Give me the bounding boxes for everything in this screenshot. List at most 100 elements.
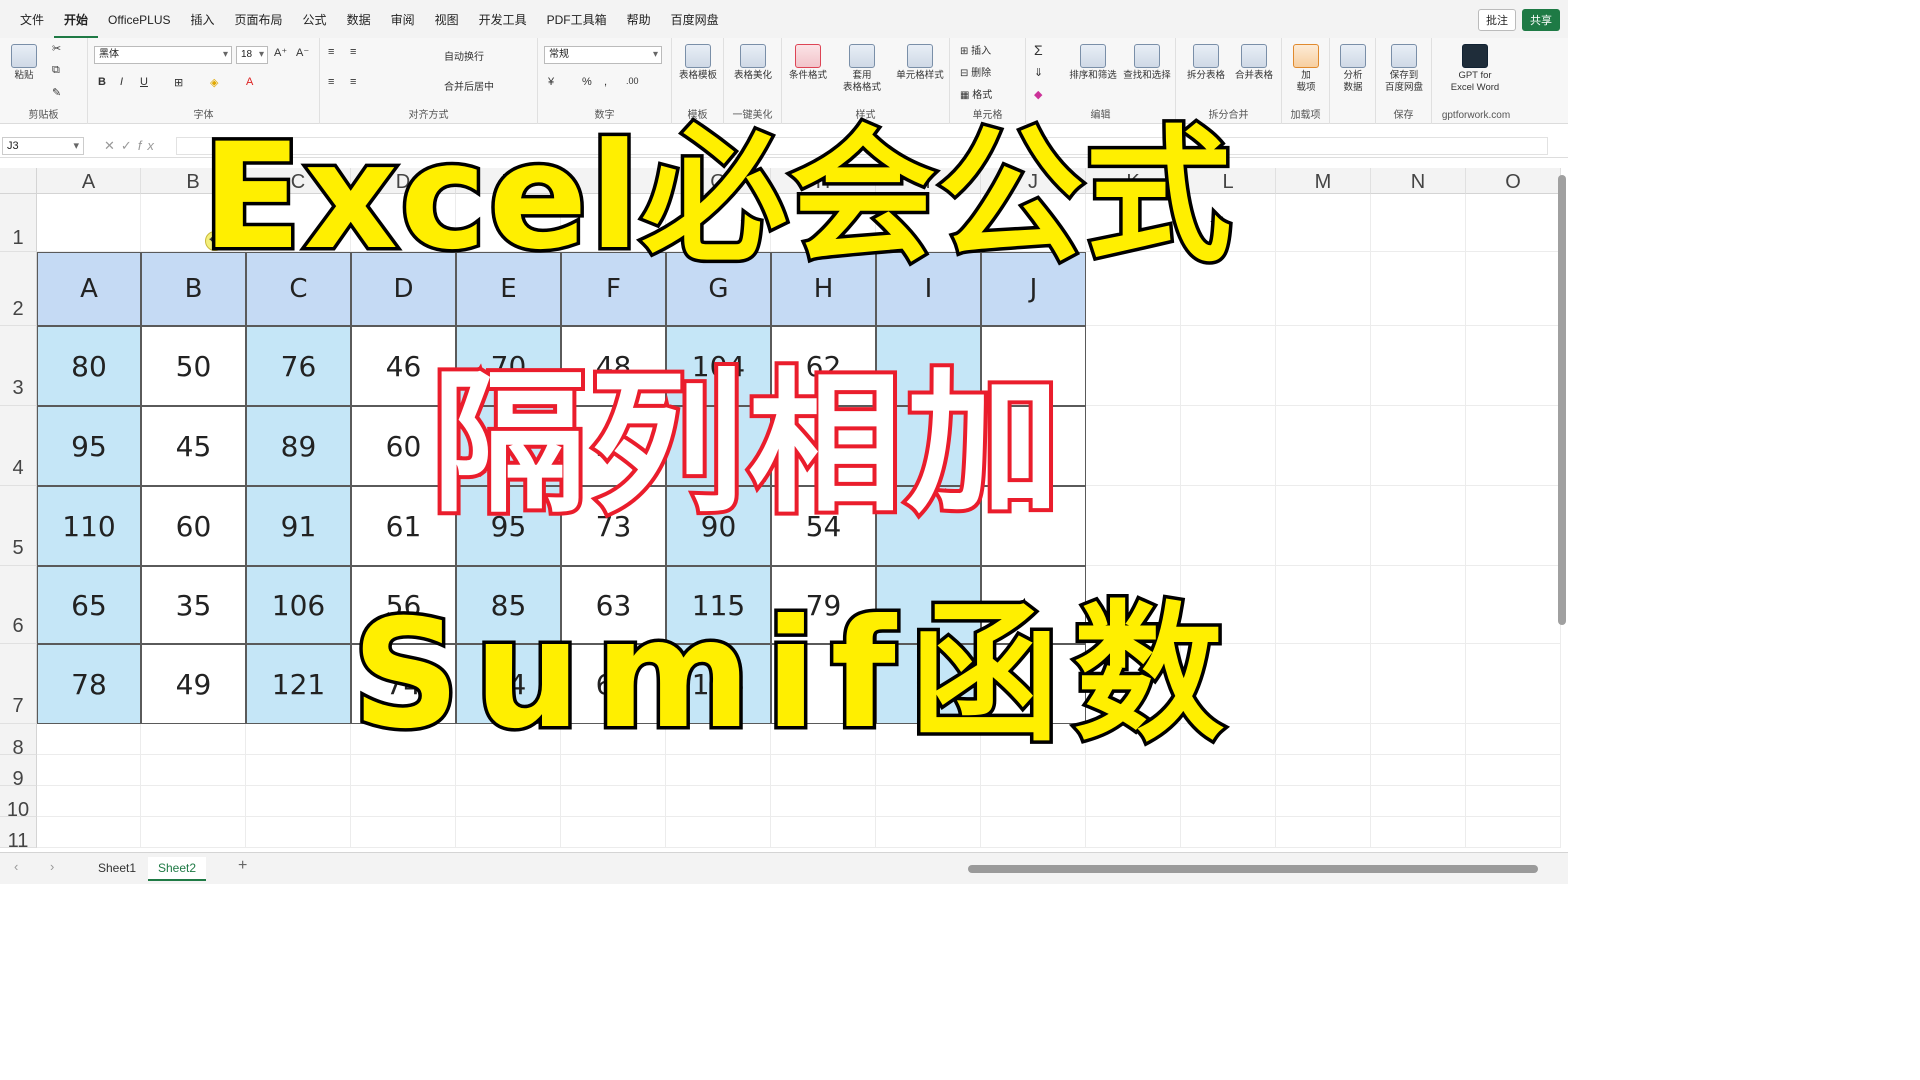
grid-cell[interactable]: [141, 755, 246, 786]
grid-cell[interactable]: [1466, 406, 1561, 486]
grid-cell[interactable]: [1086, 406, 1181, 486]
grid-cell[interactable]: [1371, 566, 1466, 644]
grid-cell[interactable]: [351, 786, 456, 817]
row-header[interactable]: 2: [0, 252, 37, 326]
grid-cell[interactable]: [1181, 786, 1276, 817]
conditional-format-button[interactable]: 条件格式: [788, 44, 828, 82]
grid-cell[interactable]: [1371, 817, 1466, 848]
bold-icon[interactable]: B: [98, 76, 106, 88]
sheet-nav-arrows[interactable]: ‹ ›: [14, 859, 68, 874]
grid-cell[interactable]: [1276, 486, 1371, 566]
menu-item[interactable]: 百度网盘: [661, 0, 729, 38]
row-header[interactable]: 8: [0, 724, 37, 759]
grid-cell[interactable]: [37, 724, 141, 755]
grid-cell[interactable]: [1276, 326, 1371, 406]
grid-cell[interactable]: [37, 817, 141, 848]
grid-cell[interactable]: [1466, 786, 1561, 817]
grid-cell[interactable]: [1371, 486, 1466, 566]
column-header[interactable]: N: [1371, 168, 1466, 194]
row-header[interactable]: 3: [0, 326, 37, 406]
table-cell[interactable]: 35: [141, 566, 246, 644]
format-as-table-button[interactable]: 套用 表格格式: [842, 44, 882, 94]
row-header[interactable]: 6: [0, 566, 37, 644]
gpt-button[interactable]: GPT for Excel Word: [1440, 44, 1510, 94]
shrink-font-icon[interactable]: A⁻: [296, 46, 309, 59]
copy-icon[interactable]: ⧉: [52, 64, 60, 77]
grid-cell[interactable]: [1466, 755, 1561, 786]
table-cell[interactable]: 49: [141, 644, 246, 724]
grid-cell[interactable]: [1371, 755, 1466, 786]
table-beautify-button[interactable]: 表格美化: [733, 44, 773, 82]
grid-cell[interactable]: [37, 755, 141, 786]
comma-icon[interactable]: ,: [604, 76, 607, 88]
grid-cell[interactable]: [1276, 755, 1371, 786]
percent-icon[interactable]: %: [582, 76, 592, 88]
autosum-icon[interactable]: Σ: [1034, 42, 1043, 58]
font-size-select[interactable]: 18: [236, 46, 268, 64]
delete-button[interactable]: ⊟ 删除: [960, 64, 991, 79]
table-cell[interactable]: 76: [246, 326, 351, 406]
grid-cell[interactable]: [246, 724, 351, 755]
table-cell[interactable]: 89: [246, 406, 351, 486]
grid-cell[interactable]: [981, 817, 1086, 848]
merge-table-button[interactable]: 合并表格: [1230, 44, 1278, 82]
grid-cell[interactable]: [37, 194, 141, 252]
border-icon[interactable]: ⊞: [174, 76, 183, 89]
grid-cell[interactable]: [141, 724, 246, 755]
table-cell[interactable]: 95: [37, 406, 141, 486]
save-baidu-button[interactable]: 保存到 百度网盘: [1380, 44, 1428, 94]
find-select-button[interactable]: 查找和选择: [1120, 44, 1174, 82]
italic-icon[interactable]: I: [120, 76, 123, 88]
grid-cell[interactable]: [1371, 194, 1466, 252]
grid-cell[interactable]: [771, 786, 876, 817]
grid-cell[interactable]: [1276, 817, 1371, 848]
merge-center-button[interactable]: 合并后居中: [444, 78, 494, 93]
cancel-icon[interactable]: ✕: [104, 138, 121, 153]
menu-item[interactable]: 开始: [54, 0, 99, 38]
table-cell[interactable]: 106: [246, 566, 351, 644]
grid-cell[interactable]: [456, 786, 561, 817]
underline-icon[interactable]: U: [140, 76, 148, 88]
cell-styles-button[interactable]: 单元格样式: [894, 44, 946, 82]
menu-item[interactable]: OfficePLUS: [98, 0, 180, 38]
column-header[interactable]: M: [1276, 168, 1371, 194]
select-all-corner[interactable]: [0, 168, 37, 194]
grid-cell[interactable]: [351, 817, 456, 848]
comment-button[interactable]: 批注: [1478, 9, 1516, 31]
table-cell[interactable]: 110: [37, 486, 141, 566]
grid-cell[interactable]: [1276, 786, 1371, 817]
grid-cell[interactable]: [1276, 406, 1371, 486]
split-table-button[interactable]: 拆分表格: [1182, 44, 1230, 82]
grid-cell[interactable]: [1371, 252, 1466, 326]
row-header[interactable]: 1: [0, 194, 37, 252]
grid-cell[interactable]: [1276, 724, 1371, 755]
align-left-icon[interactable]: ≡: [328, 76, 334, 88]
grid-cell[interactable]: [771, 817, 876, 848]
row-header[interactable]: 4: [0, 406, 37, 486]
row-header[interactable]: 7: [0, 644, 37, 724]
table-template-button[interactable]: 表格模板: [678, 44, 718, 82]
grid-cell[interactable]: [1181, 326, 1276, 406]
grid-cell[interactable]: [666, 817, 771, 848]
vertical-scrollbar[interactable]: [1558, 175, 1566, 625]
table-cell[interactable]: 45: [141, 406, 246, 486]
table-cell[interactable]: 78: [37, 644, 141, 724]
menu-item[interactable]: 文件: [10, 0, 54, 38]
align-middle-icon[interactable]: ≡: [350, 46, 356, 58]
grid-cell[interactable]: [1181, 406, 1276, 486]
table-cell[interactable]: 80: [37, 326, 141, 406]
format-painter-icon[interactable]: ✎: [52, 86, 61, 99]
menu-item[interactable]: 页面布局: [225, 0, 293, 38]
grid-cell[interactable]: [981, 786, 1086, 817]
fill-color-icon[interactable]: ◈: [210, 76, 218, 89]
confirm-icon[interactable]: ✓: [121, 138, 138, 153]
addins-button[interactable]: 加 载项: [1286, 44, 1326, 94]
grid-cell[interactable]: [1086, 817, 1181, 848]
fx-icon[interactable]: fx: [138, 138, 160, 153]
grid-cell[interactable]: [1371, 406, 1466, 486]
grid-cell[interactable]: [246, 755, 351, 786]
paste-button[interactable]: 粘贴: [4, 44, 44, 82]
sheet-tab-sheet2[interactable]: Sheet2: [148, 857, 207, 881]
grid-cell[interactable]: [37, 786, 141, 817]
grid-cell[interactable]: [1466, 644, 1561, 724]
